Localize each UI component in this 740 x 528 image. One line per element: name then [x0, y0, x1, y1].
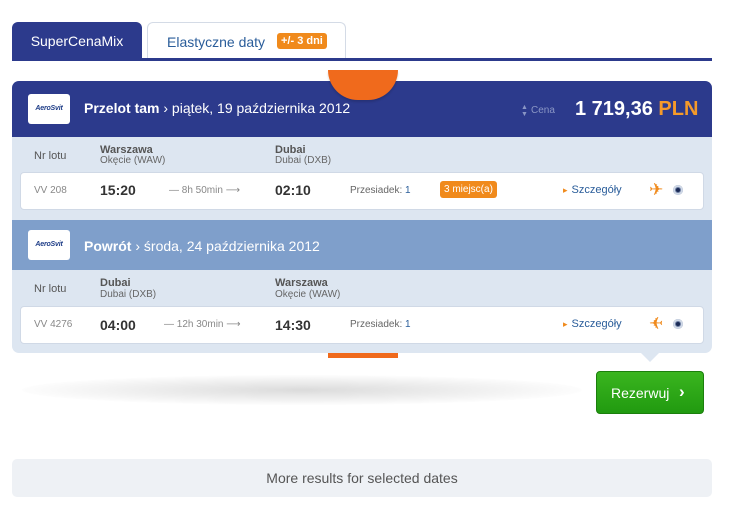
airline-logo: AeroSvit — [28, 94, 70, 124]
direction-label: Powrót — [84, 238, 132, 254]
flight-date: piątek, 19 października 2012 — [171, 100, 351, 116]
departure-time: 04:00 — [100, 317, 136, 333]
more-results-button[interactable]: More results for selected dates — [12, 459, 712, 497]
arrival-city: Warszawa — [275, 277, 328, 289]
price-label: Cena — [531, 105, 555, 116]
tab-label: Elastyczne daty — [167, 34, 266, 50]
details-link[interactable]: Szczegóły — [563, 184, 622, 196]
arrival-airport: Okęcie (WAW) — [275, 289, 341, 300]
flight-number: VV 208 — [34, 185, 67, 196]
flight-duration: — 12h 30min ⟶ — [164, 319, 241, 330]
flight-number: VV 4276 — [34, 319, 73, 330]
details-link[interactable]: Szczegóły — [563, 318, 622, 330]
tab-supercenamix[interactable]: SuperCenaMix — [12, 22, 142, 60]
flight-number-label: Nr lotu — [34, 150, 67, 162]
book-button[interactable]: Rezerwuj › — [596, 371, 704, 414]
plane-departure-icon: ✈ — [649, 180, 664, 199]
outbound-route: Przelot tam › piątek, 19 października 20… — [84, 100, 351, 116]
arrival-airport: Dubai (DXB) — [275, 155, 332, 166]
book-button-label: Rezerwuj — [611, 385, 670, 401]
arrival-time: 14:30 — [275, 317, 311, 333]
arrival-time: 02:10 — [275, 182, 311, 198]
flight-number-label: Nr lotu — [34, 283, 67, 295]
chevron-right-icon: › — [679, 382, 685, 401]
flight-date: środa, 24 października 2012 — [143, 238, 320, 254]
stops-info: Przesiadek: 1 — [350, 319, 411, 330]
departure-time: 15:20 — [100, 182, 136, 198]
departure-airport: Dubai (DXB) — [100, 289, 157, 300]
card-shadow — [22, 375, 582, 405]
select-radio-icon[interactable] — [673, 319, 683, 329]
seats-available-badge: 3 miejsc(a) — [440, 181, 497, 198]
tab-elastyczne-daty[interactable]: Elastyczne daty +/- 3 dni — [147, 22, 346, 59]
direction-label: Przelot tam — [84, 100, 160, 116]
select-radio-icon[interactable] — [673, 185, 683, 195]
card-pointer — [640, 352, 660, 362]
flex-days-badge: +/- 3 dni — [277, 33, 327, 49]
tab-underline — [12, 58, 712, 61]
plane-return-icon: ✈ — [649, 314, 664, 333]
return-route: Powrót › środa, 24 października 2012 — [84, 238, 320, 254]
total-price: 1 719,36 PLN — [575, 98, 699, 120]
departure-airport: Okęcie (WAW) — [100, 155, 166, 166]
airline-logo: AeroSvit — [28, 230, 70, 260]
flight-duration: — 8h 50min ⟶ — [169, 185, 241, 196]
departure-city: Dubai — [100, 277, 131, 289]
card-bottom-marker — [328, 353, 398, 358]
stops-info: Przesiadek: 1 — [350, 185, 411, 196]
sort-arrows-icon[interactable]: ▲ ▼ — [521, 104, 528, 118]
